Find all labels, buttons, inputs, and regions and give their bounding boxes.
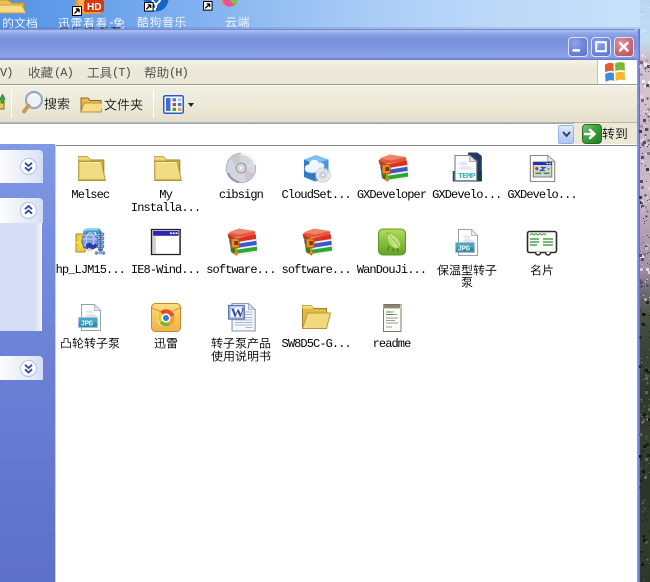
svg-text:HD: HD bbox=[87, 2, 101, 13]
